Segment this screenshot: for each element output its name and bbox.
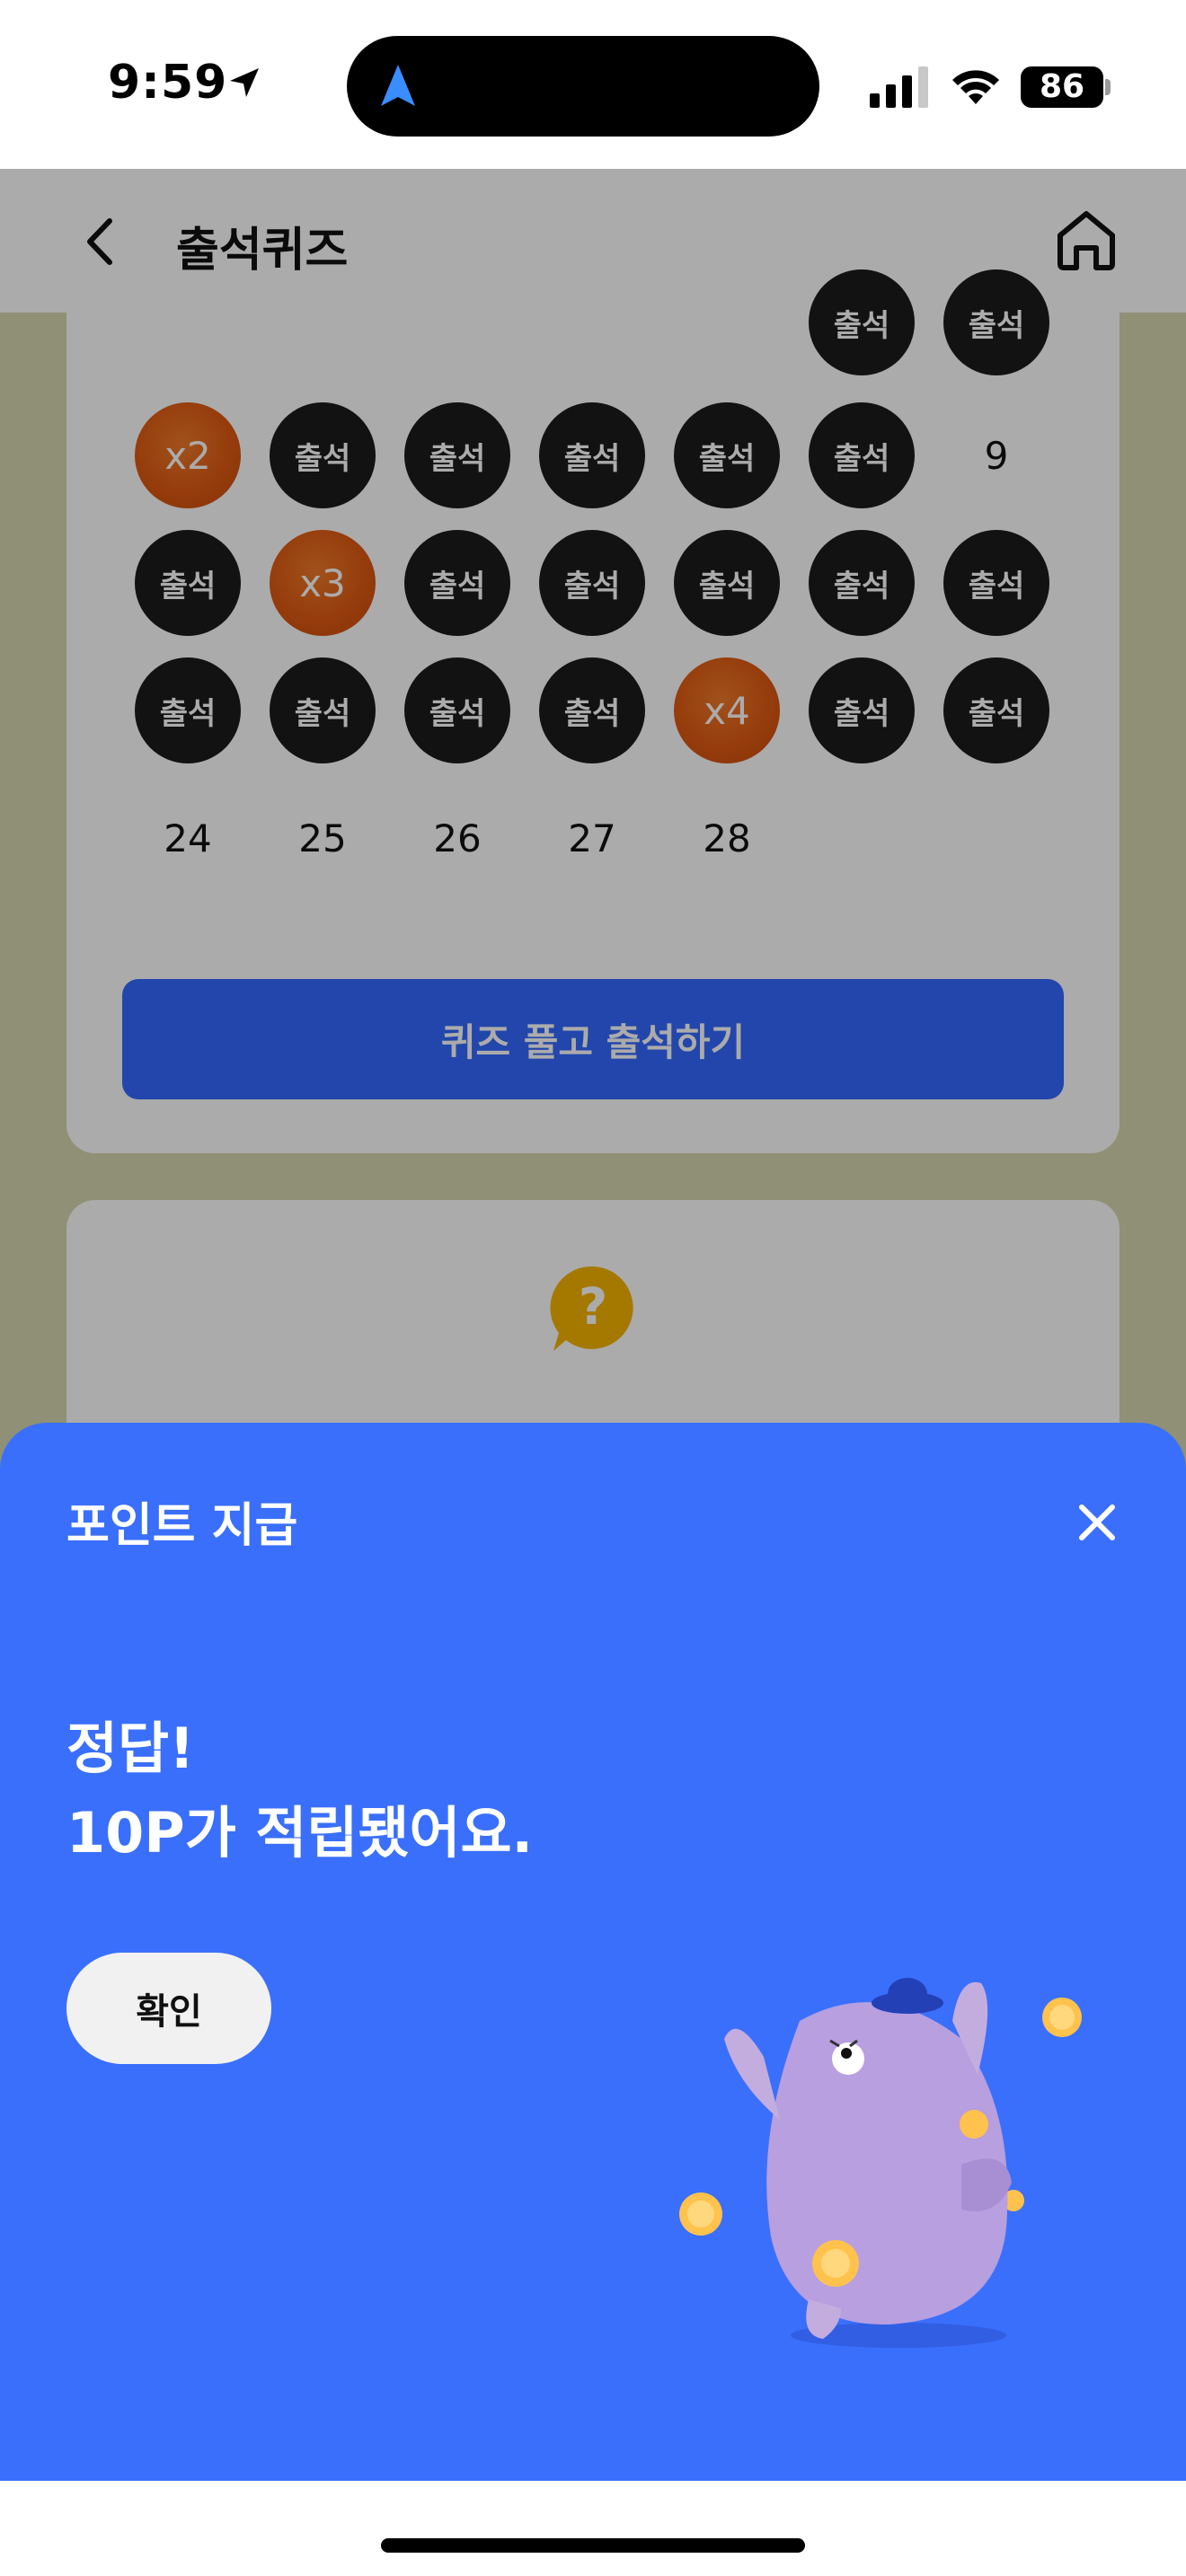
status-bar: 9:59 86 [0,0,1186,169]
close-icon[interactable] [1073,1498,1121,1547]
location-arrow-icon [230,68,259,97]
navigation-icon [381,65,415,106]
wifi-icon [952,70,999,104]
home-indicator-area [0,2481,1186,2576]
status-time: 9:59 [108,56,228,110]
battery-cap [1105,79,1111,95]
confirm-button[interactable]: 확인 [66,1953,271,2064]
result-message-line1: 정답! [66,1716,195,1781]
signal-icon [870,66,928,108]
battery-icon: 86 [1021,66,1103,108]
sheet-title: 포인트 지급 [66,1499,298,1553]
mascot-illustration [679,1978,1082,2348]
home-indicator[interactable] [381,2538,805,2553]
result-message-line2: 10P가 적립됐어요. [66,1800,534,1866]
